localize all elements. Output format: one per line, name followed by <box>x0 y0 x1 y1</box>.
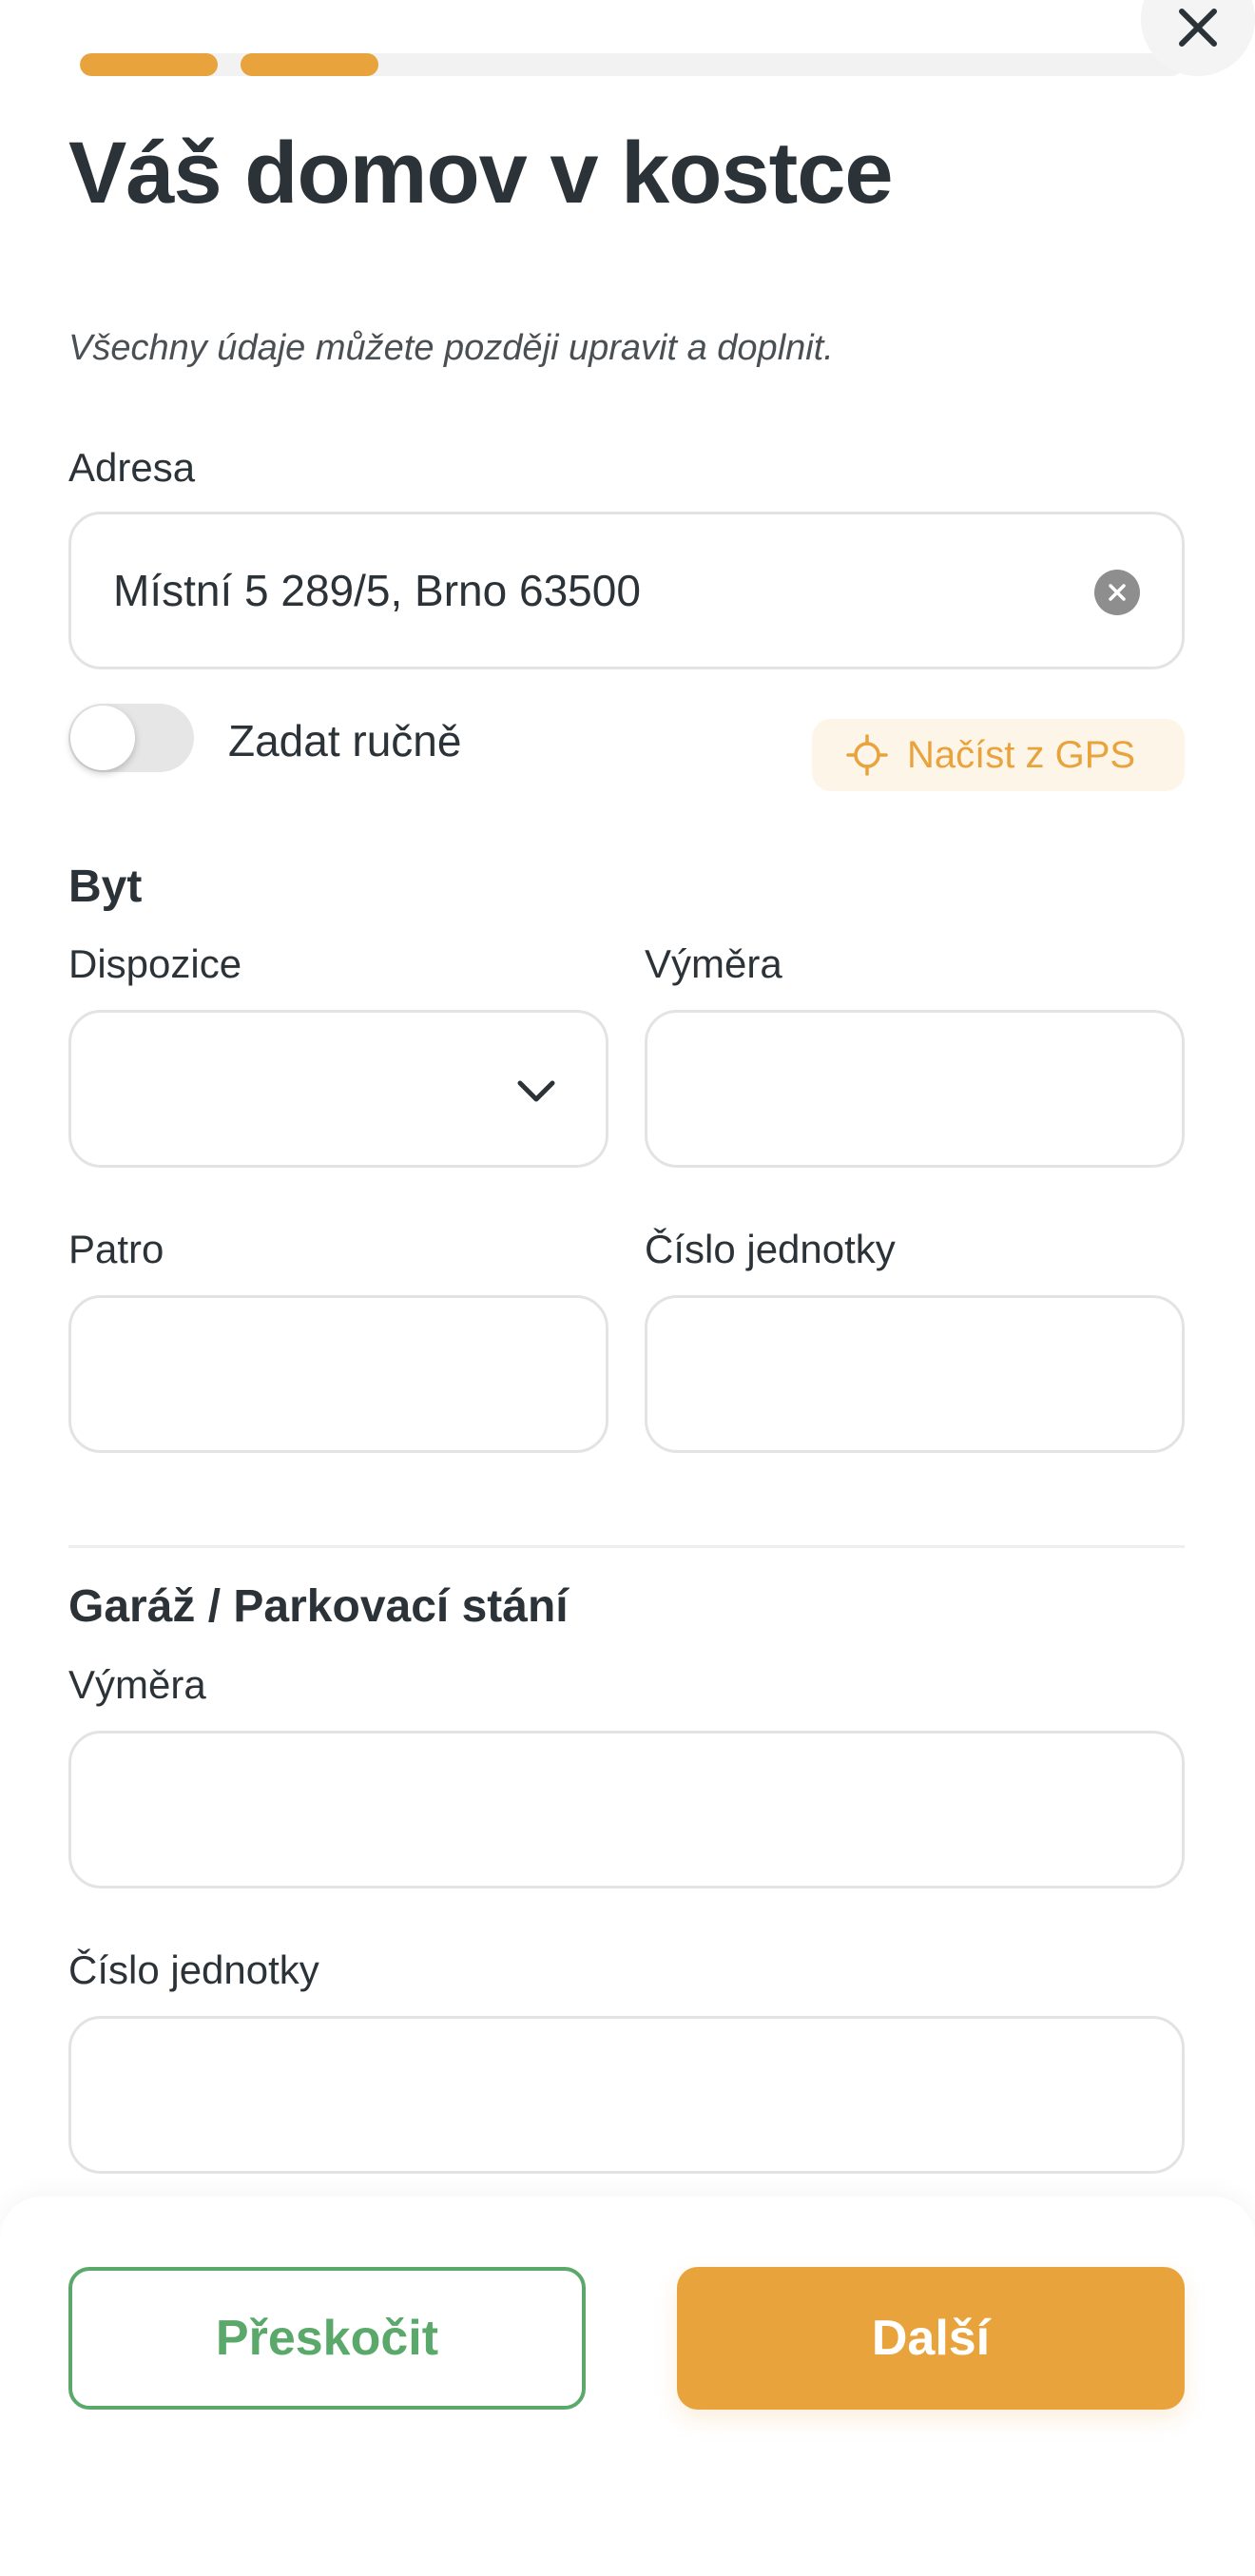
garage-area-field <box>68 1731 1185 1888</box>
skip-button[interactable]: Přeskočit <box>68 2267 586 2410</box>
load-gps-label: Načíst z GPS <box>907 733 1136 776</box>
apartment-area-field <box>645 1010 1185 1168</box>
next-button[interactable]: Další <box>677 2267 1185 2410</box>
address-label: Adresa <box>68 445 196 490</box>
clear-circle-icon[interactable] <box>1094 570 1140 615</box>
address-field-container <box>68 512 1185 669</box>
toggle-knob <box>70 706 135 770</box>
apartment-area-label: Výměra <box>645 941 782 986</box>
load-gps-button[interactable]: Načíst z GPS <box>812 719 1185 791</box>
layout-label: Dispozice <box>68 941 242 986</box>
apartment-unit-number-label: Číslo jednotky <box>645 1227 896 1271</box>
section-divider <box>68 1545 1185 1548</box>
apartment-section-title: Byt <box>68 862 143 912</box>
floor-input[interactable] <box>71 1298 606 1450</box>
progress-bar <box>80 53 1183 76</box>
garage-section-title: Garáž / Parkovací stání <box>68 1581 569 1632</box>
address-input[interactable] <box>71 514 1182 667</box>
floor-field <box>68 1295 608 1453</box>
garage-unit-number-field <box>68 2016 1185 2174</box>
floor-label: Patro <box>68 1227 164 1271</box>
manual-entry-toggle[interactable] <box>68 704 194 772</box>
page-title: Váš domov v kostce <box>68 125 894 222</box>
garage-unit-number-input[interactable] <box>71 2019 1182 2171</box>
layout-select[interactable] <box>68 1010 608 1168</box>
progress-segment-completed <box>241 53 379 76</box>
close-icon <box>1179 9 1217 47</box>
crosshair-icon <box>846 734 888 776</box>
manual-entry-label: Zadat ručně <box>228 716 462 765</box>
apartment-area-input[interactable] <box>647 1013 1182 1165</box>
garage-unit-number-label: Číslo jednotky <box>68 1947 319 1992</box>
apartment-unit-number-input[interactable] <box>647 1298 1182 1450</box>
apartment-unit-number-field <box>645 1295 1185 1453</box>
garage-area-label: Výměra <box>68 1662 206 1707</box>
page-subtitle: Všechny údaje můžete později upravit a d… <box>68 328 834 368</box>
garage-area-input[interactable] <box>71 1733 1182 1886</box>
progress-segment-completed <box>80 53 219 76</box>
layout-select-value[interactable] <box>71 1013 606 1165</box>
